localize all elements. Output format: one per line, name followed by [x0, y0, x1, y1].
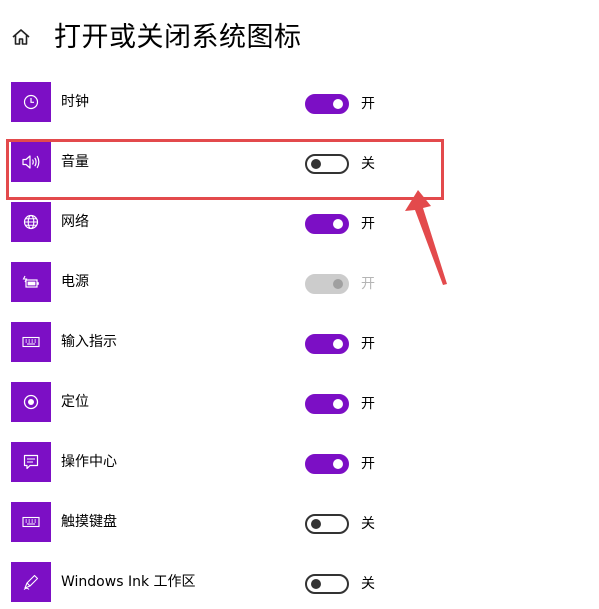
toggle-state-label: 关 [361, 516, 375, 532]
toggle-knob [333, 459, 343, 469]
battery-icon [11, 262, 51, 302]
keyboard-icon [11, 322, 51, 362]
list-item: 时钟 开 [0, 82, 599, 126]
toggle-state-label: 开 [361, 336, 375, 352]
page-title: 打开或关闭系统图标 [54, 22, 302, 53]
toggle-state-label: 开 [361, 456, 375, 472]
windows-ink-toggle[interactable] [305, 574, 349, 594]
list-item: 网络 开 [0, 202, 599, 246]
item-label: 操作中心 [61, 454, 117, 470]
list-item: 定位 开 [0, 382, 599, 426]
toggle-knob [333, 399, 343, 409]
settings-page: 打开或关闭系统图标 时钟 开 音量 关 网络 开 电源 开 输入指示 开 定位 … [0, 0, 599, 609]
volume-icon [11, 142, 51, 182]
list-item: 输入指示 开 [0, 322, 599, 366]
toggle-state-label: 开 [361, 96, 375, 112]
action-center-icon [11, 442, 51, 482]
toggle-state-label: 开 [361, 396, 375, 412]
toggle-knob [333, 279, 343, 289]
keyboard-icon [11, 502, 51, 542]
volume-toggle[interactable] [305, 154, 349, 174]
globe-icon [11, 202, 51, 242]
list-item: 音量 关 [0, 142, 599, 186]
action-center-toggle[interactable] [305, 454, 349, 474]
location-toggle[interactable] [305, 394, 349, 414]
home-button[interactable] [8, 26, 34, 52]
toggle-state-label: 开 [361, 216, 375, 232]
list-item: 电源 开 [0, 262, 599, 306]
location-icon [11, 382, 51, 422]
item-label: 定位 [61, 394, 89, 410]
item-label: 音量 [61, 154, 89, 170]
touch-keyboard-toggle[interactable] [305, 514, 349, 534]
toggle-state-label: 关 [361, 576, 375, 592]
toggle-knob [311, 579, 321, 589]
list-item: 操作中心 开 [0, 442, 599, 486]
toggle-state-label: 开 [361, 276, 375, 292]
item-label: 时钟 [61, 94, 89, 110]
item-label: Windows Ink 工作区 [61, 574, 196, 590]
toggle-knob [311, 159, 321, 169]
toggle-knob [311, 519, 321, 529]
toggle-state-label: 关 [361, 156, 375, 172]
clock-toggle[interactable] [305, 94, 349, 114]
power-toggle[interactable] [305, 274, 349, 294]
item-label: 电源 [61, 274, 89, 290]
item-label: 输入指示 [61, 334, 117, 350]
home-icon [11, 27, 31, 51]
clock-icon [11, 82, 51, 122]
input-indicator-toggle[interactable] [305, 334, 349, 354]
toggle-knob [333, 219, 343, 229]
list-item: 触摸键盘 关 [0, 502, 599, 546]
toggle-knob [333, 339, 343, 349]
network-toggle[interactable] [305, 214, 349, 234]
list-item: Windows Ink 工作区 关 [0, 562, 599, 606]
item-label: 网络 [61, 214, 89, 230]
toggle-knob [333, 99, 343, 109]
item-label: 触摸键盘 [61, 514, 117, 530]
pen-icon [11, 562, 51, 602]
